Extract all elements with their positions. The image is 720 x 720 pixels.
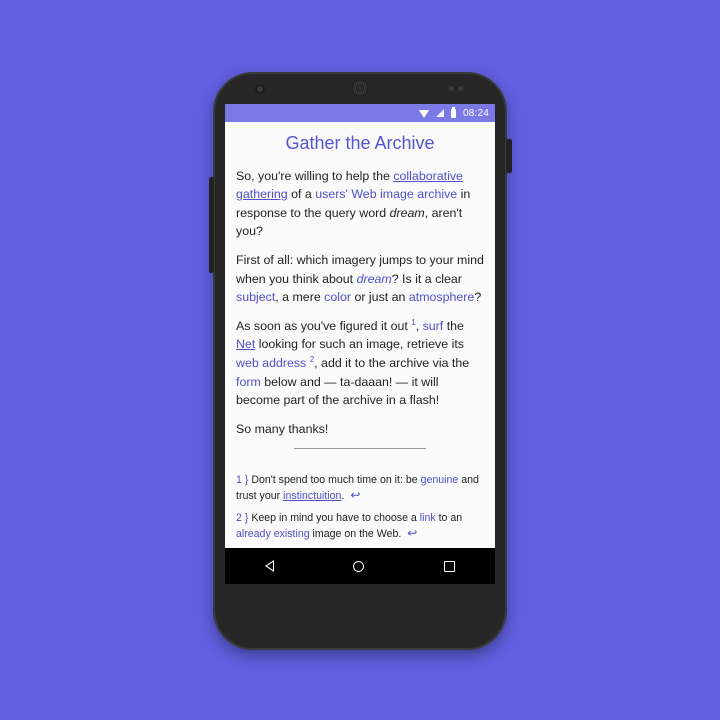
page-content: Gather the Archive So, you're willing to… (225, 134, 495, 541)
text: Don't spend too much time on it: be (248, 474, 421, 487)
text: ? (474, 290, 482, 305)
imagery-paragraph: First of all: which imagery jumps to you… (236, 251, 484, 307)
text: . (341, 489, 345, 502)
text: looking for such an image, retrieve its (255, 337, 464, 352)
genuine-link[interactable]: genuine (421, 474, 459, 486)
return-arrow-icon[interactable]: ↩ (407, 526, 417, 540)
footnote-2: 2 } Keep in mind you have to choose a li… (236, 511, 484, 541)
web-image-archive-link[interactable]: users' Web image archive (315, 187, 457, 201)
text: of a (287, 187, 316, 202)
form-link[interactable]: form (236, 375, 261, 389)
text: , a mere (275, 290, 325, 305)
status-bar: 08:24 (225, 104, 495, 122)
text: or just an (351, 290, 409, 305)
text: , add it to the archive via the (314, 355, 470, 370)
link-link[interactable]: link (420, 512, 436, 524)
android-nav-bar (225, 548, 495, 584)
thanks-paragraph: So many thanks! (236, 421, 329, 436)
text: Keep in mind you have to choose a (248, 512, 420, 525)
color-link[interactable]: color (324, 290, 351, 304)
front-camera (255, 84, 265, 94)
dream-link-text: dream (356, 271, 392, 286)
net-link[interactable]: Net (236, 337, 255, 351)
volume-button (209, 177, 214, 273)
light-sensor (458, 86, 463, 91)
web-address-link[interactable]: web address (236, 356, 306, 370)
text: So, you're willing to help the (236, 168, 394, 183)
footnote-number: 2 } (236, 512, 249, 525)
intro-paragraph: So, you're willing to help the collabora… (236, 167, 484, 241)
already-existing-link[interactable]: already existing (236, 528, 310, 540)
signal-icon (435, 109, 444, 117)
text: , (415, 318, 423, 333)
atmosphere-link[interactable]: atmosphere (409, 290, 474, 304)
phone-screen: 08:24 Gather the Archive So, you're will… (225, 104, 495, 584)
power-button (506, 139, 512, 173)
text: the (443, 318, 464, 333)
footnotes-divider (294, 448, 426, 450)
footnote-number: 1 } (236, 474, 249, 487)
query-word: dream (389, 205, 425, 220)
text: As soon as you've figured it out (236, 318, 412, 333)
footnote-1: 1 } Don't spend too much time on it: be … (236, 473, 484, 503)
proximity-sensor (449, 86, 454, 91)
home-icon[interactable] (353, 560, 365, 572)
dream-link[interactable]: dream (357, 272, 392, 286)
text: to an (435, 512, 463, 525)
text: image on the Web. (309, 527, 402, 540)
recents-icon[interactable] (444, 560, 456, 572)
back-icon[interactable] (264, 560, 274, 572)
status-time: 08:24 (462, 107, 489, 119)
wifi-icon (418, 109, 429, 118)
earpiece-speaker (352, 80, 368, 96)
battery-icon (450, 106, 456, 118)
return-arrow-icon[interactable]: ↩ (350, 488, 360, 502)
text: ? Is it a clear (391, 271, 462, 286)
surf-link[interactable]: surf (423, 319, 444, 333)
subject-link[interactable]: subject (236, 290, 275, 304)
page-title: Gather the Archive (285, 133, 435, 153)
instinctuition-link[interactable]: instinctuition (283, 490, 341, 502)
instructions-paragraph: As soon as you've figured it out 1, surf… (236, 317, 484, 410)
text: below and — ta-daaan! — it will become p… (236, 374, 440, 408)
